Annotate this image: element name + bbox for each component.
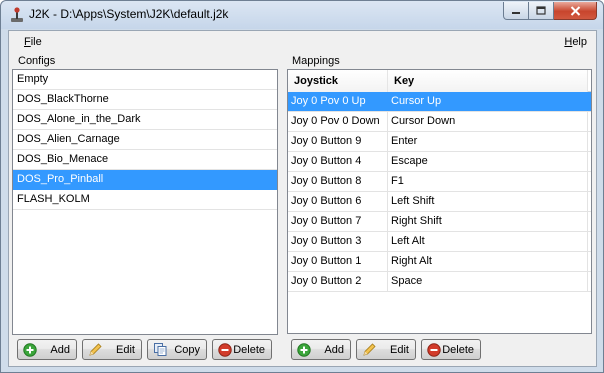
pencil-icon: [87, 342, 103, 358]
menu-help[interactable]: Help: [564, 36, 587, 48]
minus-circle-icon: [426, 342, 442, 358]
configs-delete-button[interactable]: Delete: [212, 339, 272, 360]
configs-edit-label: Edit: [116, 343, 135, 356]
minus-circle-icon: [217, 342, 233, 358]
mappings-header: Joystick Key: [288, 70, 591, 92]
mappings-edit-button[interactable]: Edit: [356, 339, 416, 360]
config-item[interactable]: DOS_Bio_Menace: [13, 150, 277, 170]
joystick-icon: [11, 7, 23, 22]
client-area: File Help Configs Mappings Empty DOS_Blac…: [8, 30, 597, 367]
mapping-joystick-cell: Joy 0 Button 8: [288, 172, 388, 191]
plus-circle-icon: [296, 342, 312, 358]
config-item[interactable]: DOS_Alien_Carnage: [13, 130, 277, 150]
mapping-joystick-cell: Joy 0 Pov 0 Up: [288, 92, 388, 111]
config-item[interactable]: DOS_BlackThorne: [13, 90, 277, 110]
mapping-row[interactable]: Joy 0 Pov 0 Down Cursor Down: [288, 112, 591, 132]
mappings-table[interactable]: Joystick Key Joy 0 Pov 0 Up Cursor Up Joy …: [287, 69, 592, 334]
configs-edit-button[interactable]: Edit: [82, 339, 142, 360]
mapping-joystick-cell: Joy 0 Button 7: [288, 212, 388, 231]
mapping-key-cell: F1: [388, 172, 588, 191]
menu-bar: File Help: [9, 31, 596, 51]
mapping-key-cell: Left Alt: [388, 232, 588, 251]
mapping-row[interactable]: Joy 0 Button 7 Right Shift: [288, 212, 591, 232]
configs-copy-label: Copy: [174, 343, 200, 356]
configs-copy-button[interactable]: Copy: [147, 339, 207, 360]
mapping-joystick-cell: Joy 0 Button 6: [288, 192, 388, 211]
config-item[interactable]: DOS_Alone_in_the_Dark: [13, 110, 277, 130]
mapping-row[interactable]: Joy 0 Button 2 Space: [288, 272, 591, 292]
mapping-joystick-cell: Joy 0 Button 1: [288, 252, 388, 271]
window-controls: [503, 2, 597, 21]
maximize-icon: [536, 6, 546, 15]
config-item[interactable]: FLASH_KOLM: [13, 190, 277, 210]
mapping-row[interactable]: Joy 0 Button 6 Left Shift: [288, 192, 591, 212]
close-button[interactable]: [554, 2, 597, 20]
mapping-key-cell: Left Shift: [388, 192, 588, 211]
mapping-key-cell: Cursor Down: [388, 112, 588, 131]
window-title: J2K - D:\Apps\System\J2K\default.j2k: [29, 7, 229, 21]
mapping-row[interactable]: Joy 0 Button 9 Enter: [288, 132, 591, 152]
column-header-joystick[interactable]: Joystick: [288, 70, 388, 92]
mapping-joystick-cell: Joy 0 Button 3: [288, 232, 388, 251]
maximize-button[interactable]: [529, 2, 554, 20]
config-item[interactable]: Empty: [13, 70, 277, 90]
menu-help-label: elp: [572, 36, 587, 48]
mappings-delete-label: Delete: [442, 343, 474, 356]
menu-file[interactable]: File: [24, 36, 42, 48]
mapping-joystick-cell: Joy 0 Button 9: [288, 132, 388, 151]
mapping-row[interactable]: Joy 0 Button 4 Escape: [288, 152, 591, 172]
plus-circle-icon: [22, 342, 38, 358]
menu-file-label: ile: [30, 36, 42, 48]
mapping-joystick-cell: Joy 0 Button 4: [288, 152, 388, 171]
minimize-icon: [512, 11, 520, 14]
column-header-key[interactable]: Key: [388, 70, 588, 92]
configs-add-button[interactable]: Add: [17, 339, 77, 360]
close-icon: [570, 5, 580, 16]
configs-delete-label: Delete: [233, 343, 265, 356]
mapping-row[interactable]: Joy 0 Button 3 Left Alt: [288, 232, 591, 252]
copy-icon: [152, 342, 168, 358]
config-item[interactable]: DOS_Pro_Pinball: [13, 170, 277, 190]
mapping-row[interactable]: Joy 0 Pov 0 Up Cursor Up: [288, 92, 591, 112]
app-window: J2K - D:\Apps\System\J2K\default.j2k Fil…: [0, 0, 604, 373]
mapping-key-cell: Cursor Up: [388, 92, 588, 111]
mapping-key-cell: Enter: [388, 132, 588, 151]
mapping-key-cell: Right Alt: [388, 252, 588, 271]
mappings-body: Joy 0 Pov 0 Up Cursor Up Joy 0 Pov 0 Down C…: [288, 92, 591, 292]
mappings-add-button[interactable]: Add: [291, 339, 351, 360]
pencil-icon: [361, 342, 377, 358]
mapping-key-cell: Space: [388, 272, 588, 291]
mapping-row[interactable]: Joy 0 Button 8 F1: [288, 172, 591, 192]
configs-list[interactable]: Empty DOS_BlackThorne DOS_Alone_in_the_Dar…: [12, 69, 278, 335]
mappings-edit-label: Edit: [390, 343, 409, 356]
mapping-joystick-cell: Joy 0 Button 2: [288, 272, 388, 291]
mapping-key-cell: Right Shift: [388, 212, 588, 231]
mappings-add-label: Add: [324, 343, 344, 356]
configs-label: Configs: [18, 55, 56, 67]
minimize-button[interactable]: [503, 2, 529, 20]
mapping-joystick-cell: Joy 0 Pov 0 Down: [288, 112, 388, 131]
title-bar[interactable]: J2K - D:\Apps\System\J2K\default.j2k: [1, 1, 603, 29]
mapping-key-cell: Escape: [388, 152, 588, 171]
mappings-label: Mappings: [292, 55, 340, 67]
configs-add-label: Add: [50, 343, 70, 356]
mapping-row[interactable]: Joy 0 Button 1 Right Alt: [288, 252, 591, 272]
menu-file-hotkey: F: [24, 36, 31, 48]
mappings-delete-button[interactable]: Delete: [421, 339, 481, 360]
